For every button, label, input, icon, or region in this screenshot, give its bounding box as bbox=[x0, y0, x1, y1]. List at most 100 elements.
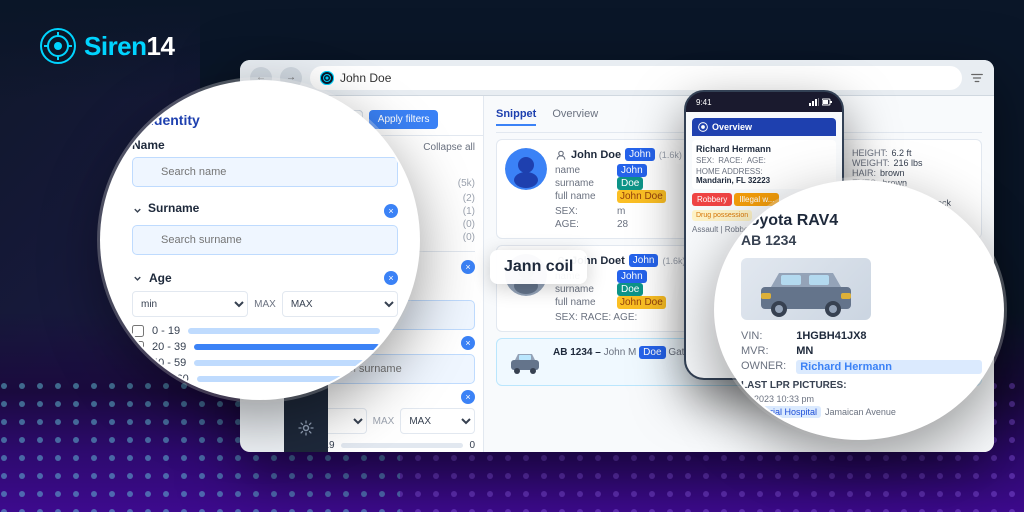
result-name-highlight-2: John bbox=[629, 254, 659, 267]
collapse-label[interactable]: Collapse all bbox=[423, 142, 475, 153]
name-val-1: John bbox=[617, 164, 647, 177]
zl-age-max-select[interactable]: MAX bbox=[282, 291, 398, 317]
identity-close-btn[interactable]: × bbox=[461, 260, 475, 274]
browser-toolbar: ← → John Doe bbox=[240, 60, 994, 96]
car-icon-small bbox=[505, 347, 545, 377]
zl-age-20-39-label: 20 - 39 bbox=[152, 341, 186, 353]
car-doe-highlight: Doe bbox=[639, 346, 665, 359]
jann-coil-label: Jann coil bbox=[490, 250, 587, 284]
zl-age-close[interactable]: × bbox=[384, 271, 398, 285]
phone-tab-robbery[interactable]: Robbery bbox=[692, 193, 732, 206]
zl-max-label: MAX bbox=[254, 299, 276, 310]
car-circle: Toyota RAV4 AB 1234 VIN: 1HGBH41JX8 MVR:… bbox=[714, 180, 1004, 440]
field-name-label: name bbox=[555, 165, 615, 176]
address-text: John Doe bbox=[340, 71, 391, 85]
phone-siren-icon bbox=[698, 122, 708, 132]
zl-surname-input-wrapper: 🔍 bbox=[132, 225, 398, 255]
zl-name-input[interactable] bbox=[132, 157, 398, 187]
surname-close-btn[interactable]: × bbox=[461, 336, 475, 350]
tab-snippet[interactable]: Snippet bbox=[496, 108, 536, 126]
height-val: 6.2 ft bbox=[892, 148, 912, 158]
person-avatar-1 bbox=[505, 148, 547, 190]
field-surname-label: surname bbox=[555, 178, 615, 189]
car-result-info: AB 1234 – John M Doe Gator bbox=[553, 347, 693, 377]
car-owner-value: Richard Hermann bbox=[796, 360, 982, 374]
zl-bar-0-19 bbox=[188, 328, 380, 334]
result-name-1: John Doe bbox=[571, 149, 621, 161]
age-close-btn[interactable]: × bbox=[461, 390, 475, 404]
phone-overview-label: Overview bbox=[712, 122, 752, 132]
field-fullname-label-2: full name bbox=[555, 297, 615, 308]
filter-icon[interactable] bbox=[970, 71, 984, 85]
fullname-val-2: John Doe bbox=[617, 296, 666, 309]
car-lpr-street: Jamaican Avenue bbox=[825, 407, 896, 417]
car-owner-small: John M bbox=[604, 347, 640, 358]
name-val-2: John bbox=[617, 270, 647, 283]
age-max-select[interactable]: MAX bbox=[400, 408, 475, 434]
car-image-area bbox=[741, 258, 871, 320]
sidebar-settings[interactable] bbox=[290, 412, 322, 444]
result-count-2: (1.6k) bbox=[662, 256, 685, 266]
car-mvr-label: MVR: bbox=[741, 345, 786, 357]
zoom-circle-content: Identity × Name 🔍 Surname × 🔍 bbox=[102, 82, 418, 398]
zl-age-range-row: min MAX MAX bbox=[132, 291, 398, 317]
zl-age-0-19-label: 0 - 19 bbox=[152, 325, 180, 337]
jann-coil-container: Jann coil bbox=[490, 250, 587, 284]
age-val-1: 28 bbox=[617, 219, 694, 230]
zl-surname-close[interactable]: × bbox=[384, 204, 398, 218]
car-circle-content: Toyota RAV4 AB 1234 VIN: 1HGBH41JX8 MVR:… bbox=[716, 182, 1002, 438]
phone-address-value: Mandarin, FL 32223 bbox=[696, 176, 832, 185]
phone-status-bar: 9:41 bbox=[686, 92, 842, 112]
zl-bar-20-39 bbox=[194, 344, 380, 350]
age-label-2: AGE: bbox=[613, 312, 637, 323]
address-siren-icon bbox=[320, 71, 334, 85]
zl-age-20-39: 20 - 39 1 bbox=[132, 341, 398, 353]
zl-identity-header: Identity × bbox=[132, 112, 398, 128]
logo-siren: Siren bbox=[84, 31, 147, 61]
phone-header: Overview bbox=[692, 118, 836, 136]
all-tables-count: (5k) bbox=[458, 178, 475, 189]
race-label-2: RACE: bbox=[581, 312, 614, 323]
logo-text: Siren14 bbox=[84, 31, 174, 62]
phone-time: 9:41 bbox=[696, 98, 712, 107]
zl-surname-section: Surname × 🔍 bbox=[132, 201, 398, 261]
tab-overview[interactable]: Overview bbox=[552, 108, 598, 126]
phone-overview-section: Richard Hermann SEX: RACE: AGE: HOME ADD… bbox=[692, 140, 836, 189]
car-image-svg bbox=[751, 259, 861, 319]
address-bar[interactable]: John Doe bbox=[310, 66, 962, 90]
phone-address-label: HOME ADDRESS: bbox=[696, 167, 832, 176]
car-lpr-entry1: 07-2023 10:33 pm bbox=[741, 394, 982, 404]
logo-area: Siren14 bbox=[40, 28, 174, 64]
person-icon-1 bbox=[555, 149, 567, 161]
car-vin-label: VIN: bbox=[741, 330, 786, 342]
car-make: Toyota RAV4 bbox=[741, 212, 982, 230]
weight-val: 216 lbs bbox=[894, 158, 923, 168]
age-0-19-count: 0 bbox=[469, 440, 475, 451]
fullname-val-1: John Doe bbox=[617, 190, 666, 203]
sex-label-1: SEX: bbox=[555, 206, 615, 217]
car-plate: AB 1234 bbox=[741, 232, 982, 248]
age-label-1: AGE: bbox=[555, 219, 615, 230]
field-fullname-label: full name bbox=[555, 191, 615, 202]
zl-name-input-wrapper: 🔍 bbox=[132, 157, 398, 187]
apply-filters-button[interactable]: Apply filters bbox=[369, 110, 439, 129]
zl-age-label: Age bbox=[149, 271, 172, 285]
zl-age-min-select[interactable]: min bbox=[132, 291, 248, 317]
phone-status-icons bbox=[809, 98, 832, 106]
zl-checkbox-0-19[interactable] bbox=[132, 325, 144, 337]
field-surname-label-2: surname bbox=[555, 284, 615, 295]
car-vin-value: 1HGBH41JX8 bbox=[796, 330, 982, 342]
phone-race-label: RACE: bbox=[718, 156, 742, 165]
sex-val-1: m bbox=[617, 206, 694, 217]
signal-icon bbox=[809, 98, 819, 106]
zl-bar-40-59 bbox=[194, 360, 380, 366]
phone-person-name: Richard Hermann bbox=[696, 144, 832, 154]
zl-surname-input[interactable] bbox=[132, 225, 398, 255]
surname-val-2: Doe bbox=[617, 283, 643, 296]
zl-age-chevron bbox=[132, 273, 143, 284]
zl-name-section: Name 🔍 bbox=[132, 138, 398, 193]
car-lpr-title: LAST LPR PICTURES: bbox=[741, 380, 982, 391]
car-mvr-value: MN bbox=[796, 345, 982, 357]
zl-age-0-19: 0 - 19 0 bbox=[132, 325, 398, 337]
phone-sex-row: SEX: RACE: AGE: bbox=[696, 156, 832, 165]
